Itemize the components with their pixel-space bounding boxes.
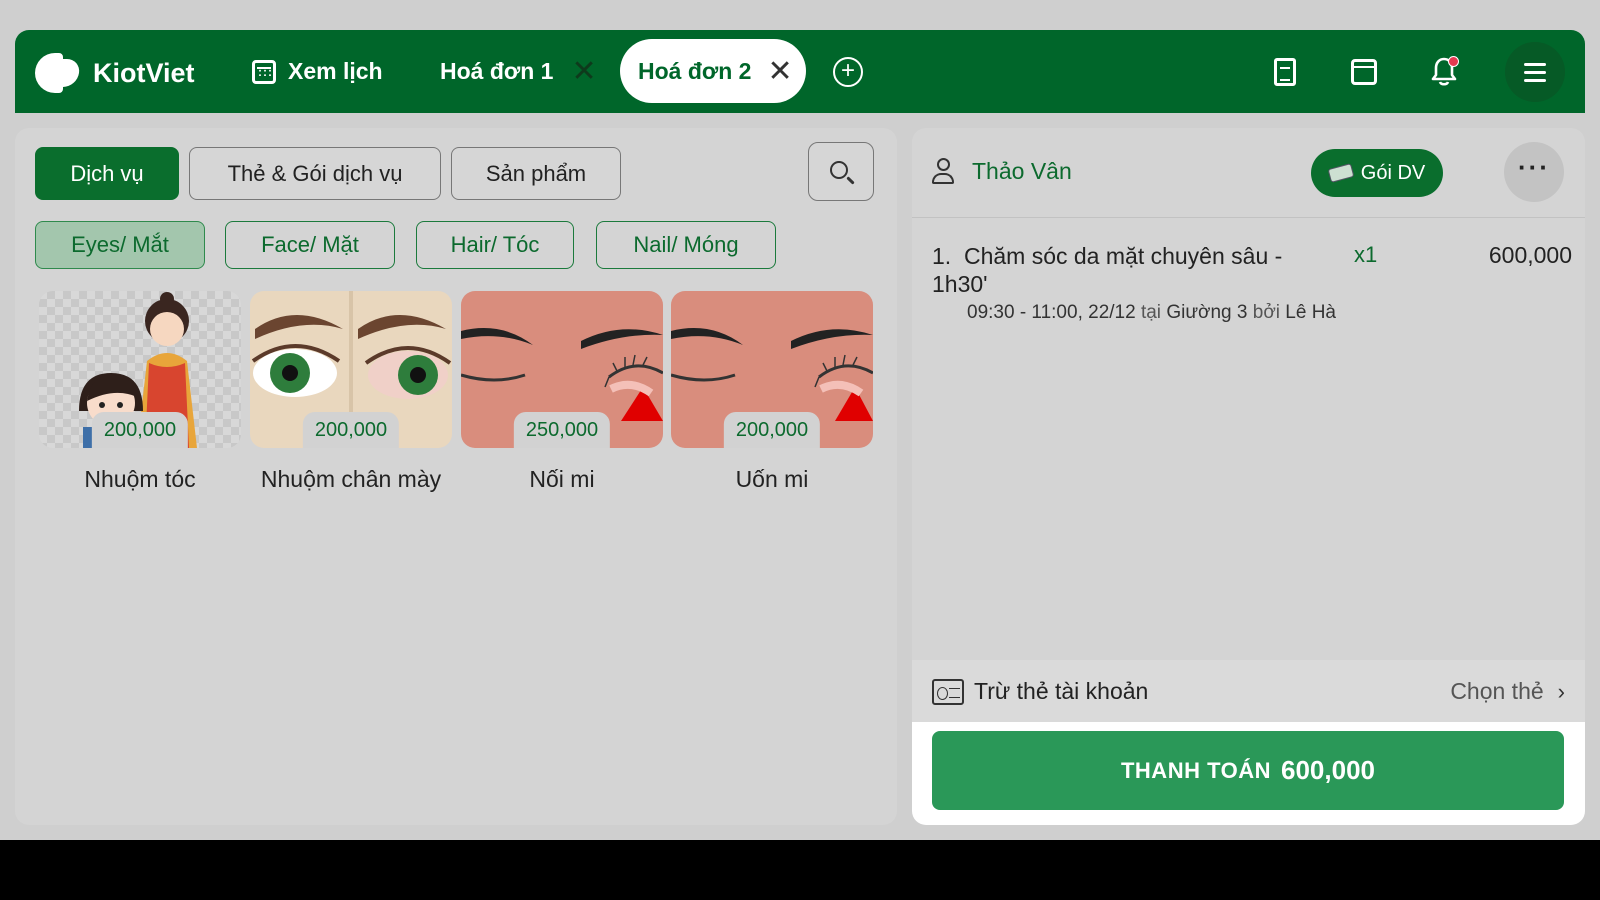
payment-area: THANH TOÁN 600,000 [912, 722, 1585, 825]
tab-invoice-1-label: Hoá đơn 1 [440, 58, 554, 84]
choose-card-label: Chọn thẻ [1450, 678, 1544, 704]
product-name: Nối mi [529, 466, 595, 492]
calendar-edit-icon[interactable] [1347, 55, 1381, 89]
deduct-card-label: Trừ thẻ tài khoản [974, 678, 1149, 704]
line-item-index: 1. [932, 243, 952, 269]
search-button[interactable] [808, 142, 874, 201]
product-price: 200,000 [302, 412, 400, 448]
top-bar: KiotViet Xem lịch Hoá đơn 1 ✕ Hoá đơn 2 … [15, 30, 1585, 113]
at-word: tại [1140, 302, 1162, 323]
product-name: Nhuộm chân mày [260, 466, 442, 492]
product-price: 200,000 [91, 412, 189, 448]
choose-card-link[interactable]: Chọn thẻ › [1450, 678, 1565, 705]
pay-button-amount: 600,000 [1281, 755, 1375, 785]
tab-invoice-2-label: Hoá đơn 2 [638, 57, 752, 84]
hair-dye-image: 200,000 [39, 291, 241, 448]
bell-icon[interactable] [1427, 55, 1461, 89]
line-item-name: Chăm sóc da mặt chuyên sâu - 1h30' [932, 243, 1283, 297]
line-item-quantity[interactable]: x1 [1354, 242, 1377, 268]
tab-invoice-2[interactable]: Hoá đơn 2 ✕ [620, 39, 806, 103]
document-icon[interactable] [1268, 55, 1302, 89]
logo-text: KiotViet [93, 57, 195, 88]
service-package-button[interactable]: Gói DV [1311, 149, 1443, 197]
customer-row[interactable]: Thảo Vân Gói DV ··· [912, 128, 1585, 218]
appointment-location: Giường 3 [1166, 302, 1248, 323]
order-panel: Thảo Vân Gói DV ··· 1. Chăm sóc da mặt c… [912, 128, 1585, 825]
chevron-right-icon: › [1557, 678, 1565, 704]
line-item-detail: 09:30 - 11:00, 22/12 tại Giường 3 bởi Lê… [967, 302, 1336, 324]
tab-cards-packages[interactable]: Thẻ & Gói dịch vụ [189, 147, 441, 200]
product-name: Uốn mi [735, 466, 809, 492]
catalog-panel: Dịch vụ Thẻ & Gói dịch vụ Sản phẩm Eyes/… [15, 128, 897, 825]
logo: KiotViet [35, 53, 195, 93]
search-icon [830, 160, 848, 179]
id-card-icon [932, 679, 964, 705]
category-hair[interactable]: Hair/ Tóc [416, 221, 574, 269]
more-options-icon[interactable]: ··· [1504, 142, 1564, 202]
close-tab-invoice-1-icon[interactable]: ✕ [571, 54, 596, 89]
product-card[interactable]: 200,000 Uốn mi [671, 291, 873, 493]
customer-name[interactable]: Thảo Vân [972, 158, 1072, 185]
line-item-title: 1. Chăm sóc da mặt chuyên sâu - 1h30' [932, 242, 1312, 298]
category-face[interactable]: Face/ Mặt [225, 221, 395, 269]
product-price: 200,000 [723, 412, 821, 448]
category-eyes[interactable]: Eyes/ Mắt [35, 221, 205, 269]
eyelash-extension-image: 250,000 [461, 291, 663, 448]
tab-services[interactable]: Dịch vụ [35, 147, 179, 200]
close-tab-invoice-2-icon[interactable]: ✕ [767, 54, 792, 89]
cash-icon [1327, 163, 1355, 183]
appointment-time: 09:30 - 11:00, 22/12 [967, 302, 1136, 323]
tab-schedule-label: Xem lịch [288, 58, 383, 84]
calendar-icon [252, 59, 276, 84]
notification-dot [1448, 56, 1459, 67]
by-word: bởi [1252, 302, 1281, 323]
product-card[interactable]: 250,000 Nối mi [461, 291, 663, 493]
deduct-card-row[interactable]: Trừ thẻ tài khoản Chọn thẻ › [912, 660, 1585, 722]
product-price: 250,000 [513, 412, 611, 448]
pay-button-label: THANH TOÁN [1120, 757, 1272, 783]
eyelash-perm-image: 200,000 [671, 291, 873, 448]
tab-products[interactable]: Sản phẩm [451, 147, 621, 200]
menu-icon[interactable] [1505, 42, 1565, 102]
product-card[interactable]: 200,000 Nhuộm chân mày [250, 291, 452, 493]
kiotviet-logo-icon [35, 53, 81, 93]
app-screen: KiotViet Xem lịch Hoá đơn 1 ✕ Hoá đơn 2 … [0, 0, 1600, 840]
line-item-price: 600,000 [1488, 242, 1572, 268]
category-nail[interactable]: Nail/ Móng [596, 221, 776, 269]
product-card[interactable]: 200,000 Nhuộm tóc [39, 291, 241, 493]
tab-schedule[interactable]: Xem lịch [252, 30, 383, 113]
appointment-staff: Lê Hà [1285, 302, 1336, 323]
service-package-label: Gói DV [1360, 161, 1426, 184]
eyebrow-dye-image: 200,000 [250, 291, 452, 448]
pay-button[interactable]: THANH TOÁN 600,000 [932, 731, 1564, 810]
tab-invoice-1[interactable]: Hoá đơn 1 ✕ [440, 30, 597, 113]
product-name: Nhuộm tóc [84, 466, 196, 492]
person-icon [932, 158, 956, 186]
add-tab-icon[interactable]: + [833, 57, 863, 87]
